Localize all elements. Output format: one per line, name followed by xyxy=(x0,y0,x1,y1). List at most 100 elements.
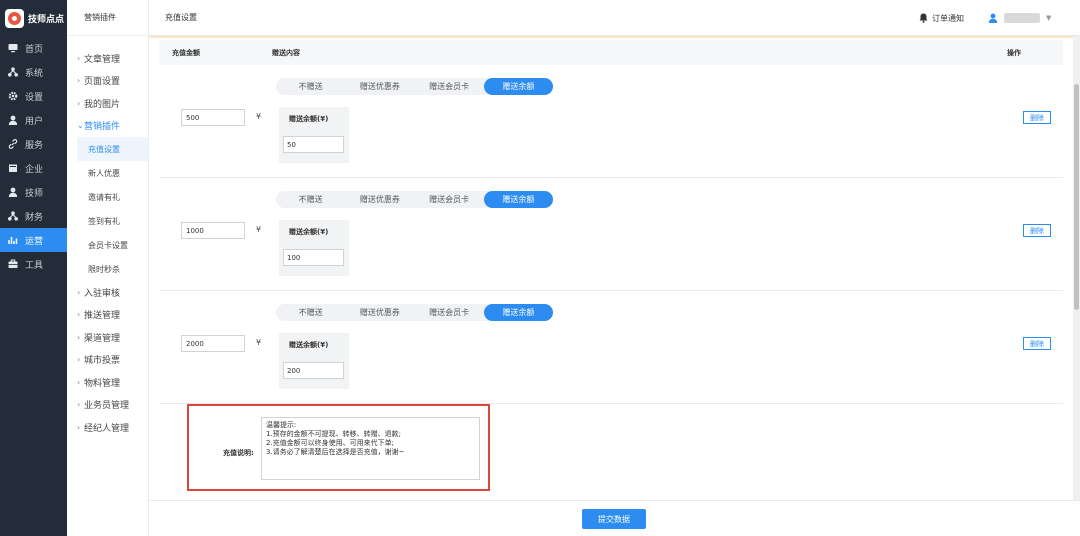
nav-item-5[interactable]: 企业 xyxy=(0,156,67,180)
user-menu[interactable]: ▼ xyxy=(988,0,1051,36)
primary-sidebar: 技师点点 首页 系统 设置 用户 服务 企业 技师 财务 运营 工具 xyxy=(0,0,67,536)
chevron-down-icon: ▼ xyxy=(1046,14,1052,22)
gift-type-tab[interactable]: 不赠送 xyxy=(276,78,345,95)
table-row: 1000 ¥ 不赠送 赠送优惠券 赠送会员卡 赠送余额赠送余额(¥) 100 删除 xyxy=(159,178,1063,291)
link-icon xyxy=(8,139,18,149)
sub-menu-child[interactable]: 充值设置 xyxy=(77,137,148,161)
gift-balance-panel: 赠送余额(¥) 200 xyxy=(279,333,349,389)
nav-item-label: 首页 xyxy=(25,44,44,55)
gift-type-tab[interactable]: 赠送余额 xyxy=(483,78,553,95)
gift-balance-input[interactable]: 50 xyxy=(283,136,344,153)
nav-item-label: 技师 xyxy=(25,188,44,199)
chevron-right-icon: › xyxy=(77,76,81,86)
nav-item-6[interactable]: 技师 xyxy=(0,180,67,204)
monitor-icon xyxy=(8,43,18,53)
gear-icon xyxy=(8,91,18,101)
recharge-description-section: 充值说明: 温馨提示: 1.预存的金额不可提现、转移、转赠、退款; 2.充值金额可以… xyxy=(187,404,490,491)
delete-button[interactable]: 删除 xyxy=(1023,337,1051,350)
nav-item-9[interactable]: 工具 xyxy=(0,252,67,276)
chevron-right-icon: › xyxy=(77,310,81,320)
gift-type-tab[interactable]: 不赠送 xyxy=(276,304,345,321)
chevron-right-icon: › xyxy=(77,53,81,63)
sub-menu-item[interactable]: › 业务员管理 xyxy=(67,394,148,417)
nav-item-8[interactable]: 运营 xyxy=(0,228,67,252)
nav-item-3[interactable]: 用户 xyxy=(0,108,67,132)
chevron-right-icon: › xyxy=(77,400,81,410)
amount-input[interactable]: 2000 xyxy=(181,335,245,352)
sub-menu-child[interactable]: 签到有礼 xyxy=(67,209,148,233)
nav-item-1[interactable]: 系统 xyxy=(0,60,67,84)
sub-menu-item[interactable]: › 推送管理 xyxy=(67,304,148,327)
building-icon xyxy=(8,163,18,173)
sub-menu-item-label: 渠道管理 xyxy=(84,333,121,344)
sub-menu-item-label: 入驻审核 xyxy=(84,288,121,299)
gift-balance-label: 赠送余额(¥) xyxy=(289,115,329,123)
column-header-actions: 操作 xyxy=(1007,48,1021,57)
sub-menu-item[interactable]: › 经纪人管理 xyxy=(67,416,148,439)
gift-balance-label: 赠送余额(¥) xyxy=(289,228,329,236)
delete-button[interactable]: 删除 xyxy=(1023,111,1051,124)
order-notify-button[interactable]: 订单通知 xyxy=(919,0,964,36)
user-icon xyxy=(988,13,998,23)
sub-menu-item[interactable]: › 物料管理 xyxy=(67,371,148,394)
sub-menu-item-marketing[interactable]: ⌄ 营销插件 xyxy=(67,115,148,138)
page-title: 充值设置 xyxy=(165,13,197,22)
nav-item-label: 服务 xyxy=(25,140,44,151)
sub-menu-item-label: 物料管理 xyxy=(84,378,121,389)
sub-menu-item-label: 推送管理 xyxy=(84,311,121,322)
nav-item-label: 企业 xyxy=(25,164,44,175)
chevron-right-icon: › xyxy=(77,355,81,365)
gift-type-tab[interactable]: 赠送优惠券 xyxy=(345,78,414,95)
scrollbar-thumb[interactable] xyxy=(1074,84,1079,310)
gift-type-tab[interactable]: 赠送余额 xyxy=(483,304,553,321)
gift-balance-label: 赠送余额(¥) xyxy=(289,341,329,349)
sub-menu-item[interactable]: › 入驻审核 xyxy=(67,281,148,304)
gift-balance-input[interactable]: 200 xyxy=(283,362,344,379)
description-line: 1.预存的金额不可提现、转移、转赠、退款; xyxy=(266,430,402,438)
gift-balance-input[interactable]: 100 xyxy=(283,249,344,266)
description-line: 3.请务必了解清楚后在选择是否充值，谢谢~ xyxy=(266,448,405,456)
sub-menu-item-label: 经纪人管理 xyxy=(84,423,130,434)
gift-balance-panel: 赠送余额(¥) 100 xyxy=(279,220,349,276)
sub-menu-child[interactable]: 限时秒杀 xyxy=(67,257,148,281)
sub-menu-child[interactable]: 邀请有礼 xyxy=(67,185,148,209)
sub-menu-item-label: 文章管理 xyxy=(84,54,121,65)
sub-menu-item[interactable]: › 我的图片 xyxy=(67,92,148,115)
nav-item-0[interactable]: 首页 xyxy=(0,36,67,60)
amount-input[interactable]: 1000 xyxy=(181,222,245,239)
gift-type-tabs: 不赠送 赠送优惠券 赠送会员卡 赠送余额 xyxy=(276,78,553,95)
nav-item-label: 财务 xyxy=(25,212,44,223)
vertical-scrollbar[interactable] xyxy=(1073,36,1080,500)
chevron-right-icon: › xyxy=(77,332,81,342)
gift-type-tab[interactable]: 赠送优惠券 xyxy=(345,191,414,208)
gift-type-tab[interactable]: 赠送余额 xyxy=(483,191,553,208)
gift-type-tab[interactable]: 赠送会员卡 xyxy=(415,304,484,321)
bell-icon xyxy=(919,13,928,23)
amount-input[interactable]: 500 xyxy=(181,109,245,126)
secondary-sidebar-title: 营销插件 xyxy=(67,0,148,36)
chart-icon xyxy=(8,235,18,245)
gift-type-tab[interactable]: 赠送会员卡 xyxy=(415,78,484,95)
currency-symbol: ¥ xyxy=(256,338,262,347)
sub-menu-item[interactable]: › 文章管理 xyxy=(67,47,148,70)
briefcase-icon xyxy=(8,259,18,269)
submit-button[interactable]: 提交数据 xyxy=(582,509,646,529)
username-redacted xyxy=(1004,13,1040,23)
description-line: 温馨提示: xyxy=(266,421,297,429)
sub-menu-item[interactable]: › 页面设置 xyxy=(67,70,148,93)
sub-menu-child[interactable]: 会员卡设置 xyxy=(67,233,148,257)
nav-item-4[interactable]: 服务 xyxy=(0,132,67,156)
description-textarea[interactable]: 温馨提示: 1.预存的金额不可提现、转移、转赠、退款; 2.充值金额可以终身使用、可… xyxy=(261,417,480,480)
currency-symbol: ¥ xyxy=(256,225,262,234)
nav-item-7[interactable]: 财务 xyxy=(0,204,67,228)
gift-type-tab[interactable]: 不赠送 xyxy=(276,191,345,208)
gift-type-tab[interactable]: 赠送会员卡 xyxy=(415,191,484,208)
gift-type-tab[interactable]: 赠送优惠券 xyxy=(345,304,414,321)
delete-button[interactable]: 删除 xyxy=(1023,224,1051,237)
sub-menu-item[interactable]: › 渠道管理 xyxy=(67,326,148,349)
sub-menu-child[interactable]: 新人优惠 xyxy=(67,161,148,185)
column-header-gift: 赠送内容 xyxy=(272,48,300,57)
nav-item-2[interactable]: 设置 xyxy=(0,84,67,108)
table-header: 充值金额 赠送内容 操作 xyxy=(159,40,1063,65)
sub-menu-item[interactable]: › 城市投票 xyxy=(67,349,148,372)
